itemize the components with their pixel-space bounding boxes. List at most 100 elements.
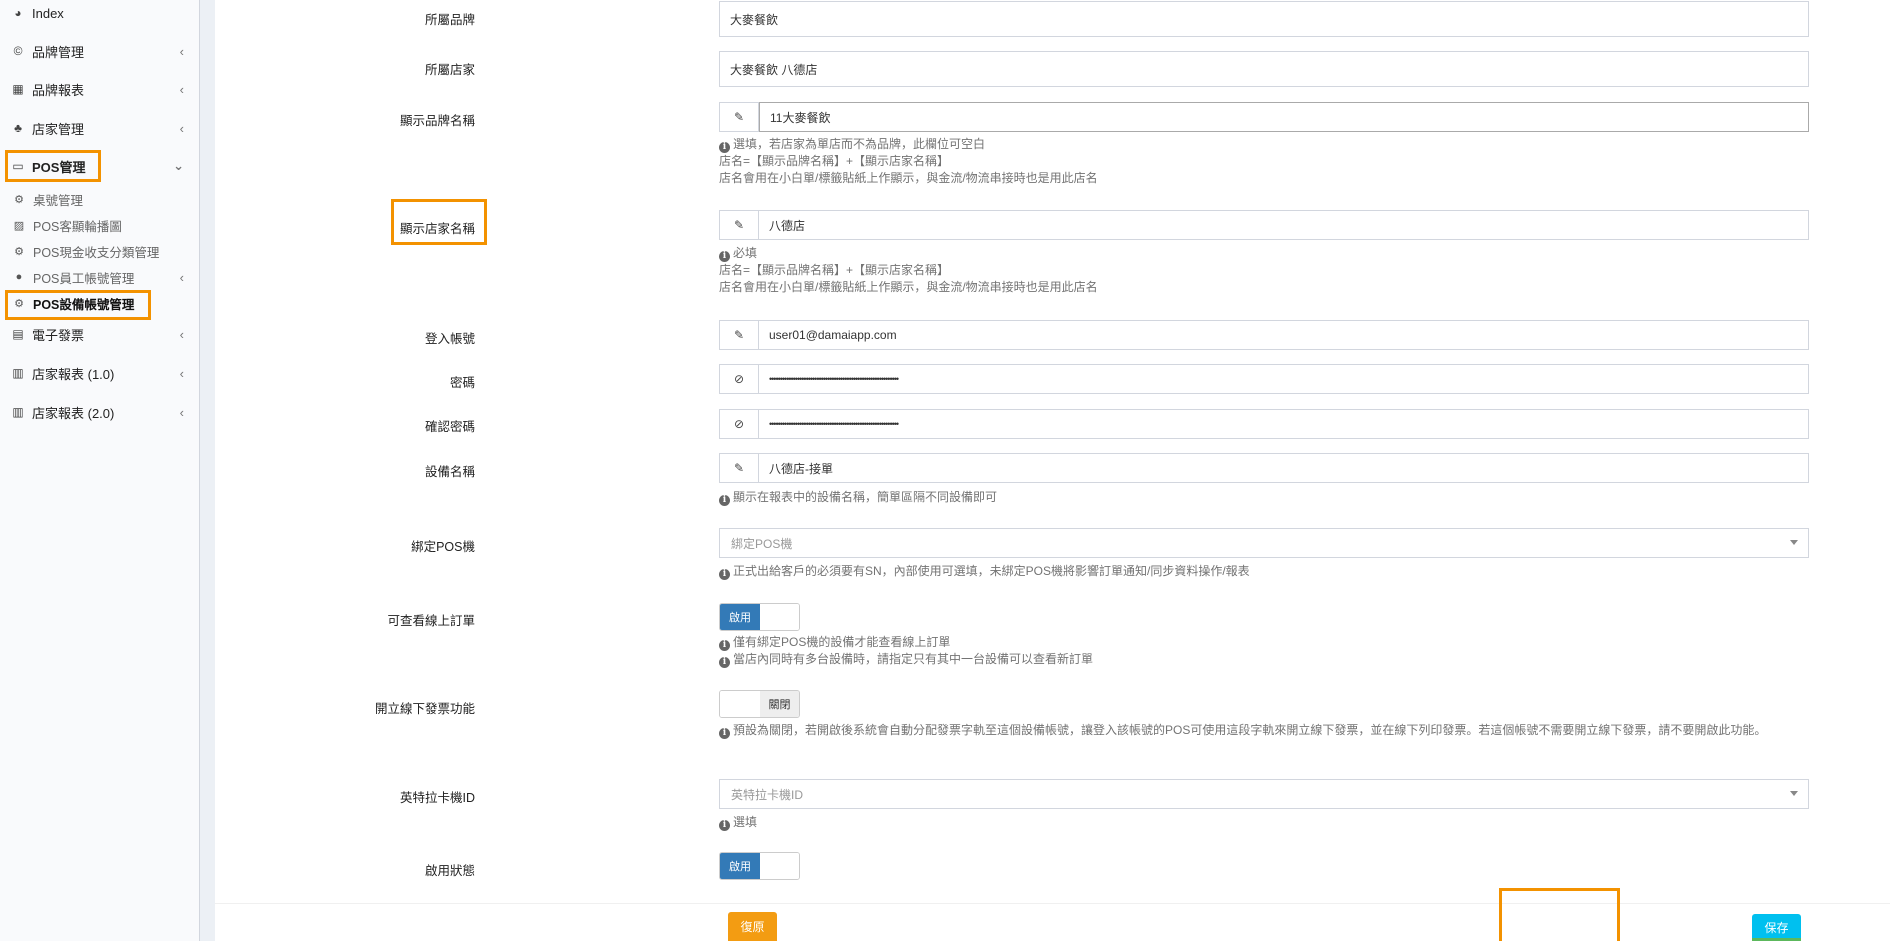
- sidebar-subitem-pos-cash-categories[interactable]: ⚙ POS現金收支分類管理: [0, 240, 200, 262]
- sidebar-item-label: 品牌管理: [32, 44, 85, 60]
- sidebar-item-label: 店家報表 (1.0): [32, 366, 115, 382]
- pencil-icon: ✎: [719, 320, 759, 350]
- login-label: 登入帳號: [424, 332, 475, 346]
- sidebar-subitem-table-numbers[interactable]: ⚙ 桌號管理: [0, 188, 200, 210]
- store-field: 大麥餐飲 八德店: [719, 51, 1809, 87]
- display-brand-input[interactable]: 11大麥餐飲: [759, 102, 1809, 132]
- display-store-input-group: ✎ 八德店: [719, 210, 1809, 240]
- sidebar-subitem-label: POS客顯輪播圖: [33, 219, 122, 234]
- chevron-left-icon: ‹: [179, 81, 184, 97]
- display-brand-label: 顯示品牌名稱: [399, 114, 475, 128]
- bar-chart-icon: ▥: [12, 405, 24, 419]
- chevron-left-icon: ‹: [179, 43, 184, 59]
- reset-button[interactable]: 復原: [728, 912, 777, 941]
- online-orders-toggle[interactable]: 啟用: [719, 603, 800, 631]
- bar-chart-icon: ▥: [12, 366, 24, 380]
- sidebar-item-label: 店家管理: [32, 121, 85, 137]
- info-icon: i: [719, 728, 730, 739]
- info-icon: i: [719, 640, 730, 651]
- password-input-group: ⊘ ••••••••••••••••••••••••••••••••••••••…: [719, 364, 1809, 394]
- info-icon: i: [719, 142, 730, 153]
- sidebar-subitem-pos-staff-accounts[interactable]: ● POS員工帳號管理 ‹: [0, 266, 200, 288]
- save-button[interactable]: 保存: [1752, 914, 1801, 941]
- info-icon: i: [719, 569, 730, 580]
- login-input-group: ✎ user01@damaiapp.com: [719, 320, 1809, 350]
- highlight-box: [5, 290, 151, 320]
- sidebar-subitem-label: POS現金收支分類管理: [33, 245, 160, 260]
- chevron-left-icon: ‹: [179, 404, 184, 420]
- etag-id-label: 英特拉卡機ID: [399, 791, 475, 805]
- online-orders-help: i 僅有綁定POS機的設備才能查看線上訂單 i 當店內同時有多台設備時，請指定只有其…: [719, 634, 1819, 668]
- display-store-label: 顯示店家名稱: [399, 222, 475, 236]
- dashboard-icon: ◕: [14, 6, 22, 20]
- chevron-left-icon: ‹: [179, 120, 184, 136]
- chevron-left-icon: ‹: [179, 269, 184, 285]
- chevron-down-icon: ⌄: [173, 158, 184, 173]
- info-icon: i: [719, 495, 730, 506]
- info-icon: i: [719, 820, 730, 831]
- confirm-password-input-group: ⊘ ••••••••••••••••••••••••••••••••••••••…: [719, 409, 1809, 439]
- etag-id-select[interactable]: 英特拉卡機ID: [719, 779, 1809, 809]
- sidebar-item-brand-management[interactable]: © 品牌管理 ‹: [0, 38, 200, 64]
- table-icon: ▦: [12, 82, 24, 96]
- brand-label: 所屬品牌: [424, 13, 475, 27]
- offline-invoice-help: i 預設為關閉，若開啟後系統會自動分配發票字軌至這個設備帳號，讓登入該帳號的POS…: [719, 722, 1809, 739]
- gear-icon: ⚙: [14, 193, 24, 206]
- eye-slash-icon[interactable]: ⊘: [719, 409, 759, 439]
- device-name-help: i 顯示在報表中的設備名稱，簡單區隔不同設備即可: [719, 489, 1819, 506]
- offline-invoice-toggle[interactable]: 關閉: [719, 690, 800, 718]
- sidebar-subitem-label: POS員工帳號管理: [33, 271, 135, 286]
- sidebar-subitem-pos-carousel[interactable]: ▨ POS客顯輪播圖: [0, 214, 200, 236]
- info-icon: i: [719, 657, 730, 668]
- confirm-password-label: 確認密碼: [424, 420, 475, 434]
- sidebar-item-store-management[interactable]: ♣ 店家管理 ‹: [0, 115, 200, 141]
- toggle-on-label: 啟用: [720, 853, 760, 879]
- display-store-help: i 必填 店名=【顯示品牌名稱】+【顯示店家名稱】 店名會用在小白單/標籤貼紙上作…: [719, 246, 1098, 294]
- sidebar-item-store-report-1[interactable]: ▥ 店家報表 (1.0) ‹: [0, 360, 200, 386]
- sidebar-item-label: 店家報表 (2.0): [32, 405, 115, 421]
- toggle-on-label: 啟用: [720, 604, 760, 630]
- online-orders-label: 可查看線上訂單: [387, 614, 475, 628]
- main-form: 所屬品牌 大麥餐飲 所屬店家 大麥餐飲 八德店 顯示品牌名稱 ✎ 11大麥餐飲 …: [215, 0, 1890, 941]
- password-label: 密碼: [449, 376, 475, 390]
- login-input[interactable]: user01@damaiapp.com: [759, 320, 1809, 350]
- sidebar: ◕ Index © 品牌管理 ‹ ▦ 品牌報表 ‹ ♣ 店家管理 ‹ ▭ POS…: [0, 0, 200, 941]
- device-name-label: 設備名稱: [424, 465, 475, 479]
- confirm-password-input[interactable]: ••••••••••••••••••••••••••••••••••••••••…: [759, 409, 1809, 439]
- user-icon: ●: [15, 271, 23, 283]
- sitemap-icon: ♣: [14, 121, 22, 135]
- enabled-toggle[interactable]: 啟用: [719, 852, 800, 880]
- sidebar-item-label: 品牌報表: [32, 82, 85, 98]
- sidebar-item-index[interactable]: ◕ Index: [0, 0, 200, 26]
- sidebar-item-label: Index: [32, 5, 64, 21]
- sidebar-subitem-label: 桌號管理: [33, 193, 84, 208]
- highlight-box: [1499, 888, 1620, 941]
- sidebar-item-e-invoice[interactable]: ▤ 電子發票 ‹: [0, 321, 200, 347]
- eye-slash-icon[interactable]: ⊘: [719, 364, 759, 394]
- sidebar-item-store-report-2[interactable]: ▥ 店家報表 (2.0) ‹: [0, 399, 200, 425]
- display-store-input[interactable]: 八德店: [759, 210, 1809, 240]
- enabled-label: 啟用狀態: [424, 864, 475, 878]
- etag-id-help: i 選填: [719, 814, 1819, 831]
- image-icon: ▨: [13, 219, 25, 232]
- chevron-left-icon: ‹: [179, 365, 184, 381]
- store-label: 所屬店家: [424, 63, 475, 77]
- caret-down-icon: [1790, 791, 1798, 796]
- caret-down-icon: [1790, 540, 1798, 545]
- chevron-left-icon: ‹: [179, 326, 184, 342]
- toggle-off-label: 關閉: [759, 691, 799, 717]
- bind-pos-help: i 正式出給客戶的必須要有SN，內部使用可選填，未綁定POS機將影響訂單通知/同步…: [719, 563, 1819, 580]
- pencil-icon: ✎: [719, 102, 759, 132]
- display-brand-help: i 選填，若店家為單店而不為品牌，此欄位可空白 店名=【顯示品牌名稱】+【顯示店家…: [719, 137, 1098, 185]
- offline-invoice-label: 開立線下發票功能: [374, 702, 475, 716]
- device-name-input[interactable]: 八德店-接單: [759, 453, 1809, 483]
- password-input[interactable]: ••••••••••••••••••••••••••••••••••••••••…: [759, 364, 1809, 394]
- footer-divider: [215, 903, 1890, 904]
- brand-field: 大麥餐飲: [719, 1, 1809, 37]
- display-brand-input-group: ✎ 11大麥餐飲: [719, 102, 1809, 132]
- bind-pos-select[interactable]: 綁定POS機: [719, 528, 1809, 558]
- invoice-icon: ▤: [12, 327, 24, 341]
- copyright-icon: ©: [13, 44, 23, 58]
- gear-icon: ⚙: [14, 245, 24, 258]
- sidebar-item-brand-report[interactable]: ▦ 品牌報表 ‹: [0, 76, 200, 102]
